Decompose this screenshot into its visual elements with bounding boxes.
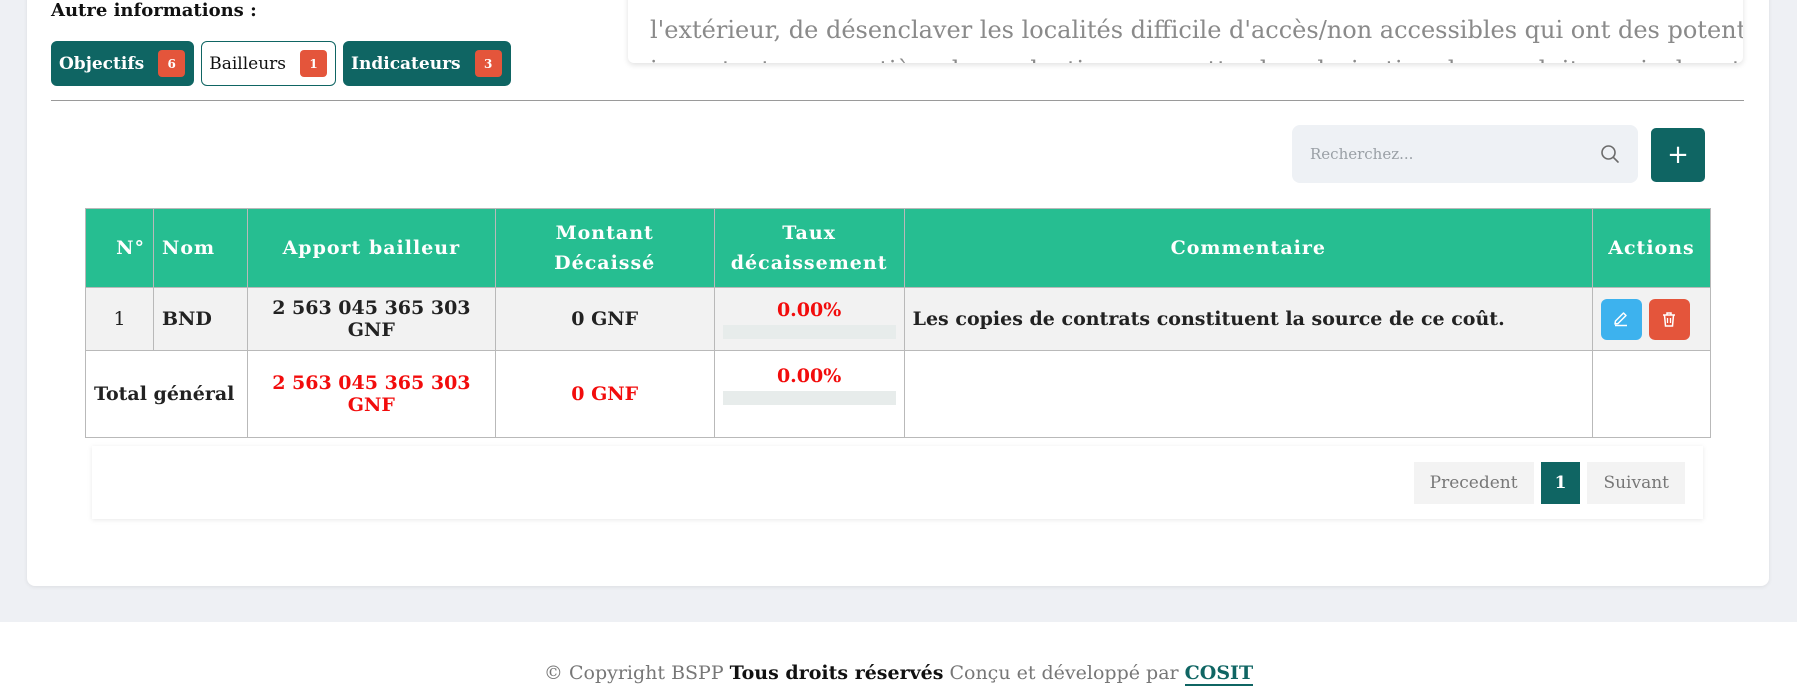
total-row: Total général 2 563 045 365 303 GNF 0 GN… [85,350,1712,438]
next-page-button[interactable]: Suivant [1587,462,1685,504]
tab-objectifs-count: 6 [158,50,186,77]
pencil-icon [1614,312,1628,327]
section-divider [51,100,1744,101]
total-taux: 0.00% [776,365,842,387]
row-num: 1 [85,287,154,351]
prev-page-button[interactable]: Precedent [1413,462,1534,504]
header-nom[interactable]: Nom [152,208,248,288]
row-apport: 2 563 045 365 303 GNF [246,287,496,351]
row-commentaire: Les copies de contrats constituent la so… [903,287,1593,351]
header-taux-line1: Taux [782,222,837,244]
total-apport: 2 563 045 365 303 GNF [246,350,496,438]
add-button[interactable]: + [1651,128,1705,182]
search-box [1292,125,1638,183]
row-taux-cell: 0.00% [713,287,905,351]
total-taux-progress [722,391,896,405]
row-actions [1591,287,1712,351]
row-taux-progress [722,325,896,339]
tab-indicateurs[interactable]: Indicateurs 3 [343,41,511,86]
row-taux: 0.00% [776,299,842,321]
total-commentaire [903,350,1593,438]
tab-indicateurs-label: Indicateurs [351,53,461,74]
delete-button[interactable] [1648,298,1690,340]
total-label: Total général [85,350,248,438]
tab-bailleurs[interactable]: Bailleurs 1 [201,41,337,86]
description-box: l'extérieur, de désenclaver les localité… [628,0,1743,63]
tab-bailleurs-label: Bailleurs [209,53,287,74]
description-line-2: importantes en matière de production, pe… [650,50,1741,63]
tab-indicateurs-count: 3 [474,50,502,77]
info-tabs: Objectifs 6 Bailleurs 1 Indicateurs 3 [51,41,511,86]
header-apport[interactable]: Apport bailleur [246,208,496,288]
header-montant[interactable]: Montant Décaissé [494,208,715,288]
tab-objectifs-label: Objectifs [59,53,145,74]
table-row: 1 BND 2 563 045 365 303 GNF 0 GNF 0.00% … [85,287,1712,351]
footer-credit: Conçu et développé par [949,662,1179,684]
footer-copyright: © Copyright BSPP [543,662,724,684]
footer-rights: Tous droits réservés [729,662,944,684]
total-montant: 0 GNF [494,350,715,438]
bailleurs-table: N° Nom Apport bailleur Montant Décaissé … [85,208,1712,438]
other-info-label: Autre informations : [51,0,257,21]
pagination: Precedent 1 Suivant [1413,462,1685,504]
tab-objectifs[interactable]: Objectifs 6 [51,41,195,86]
pagination-bar: Precedent 1 Suivant [92,446,1703,519]
search-input[interactable] [1292,125,1572,183]
page-1-button[interactable]: 1 [1540,462,1581,504]
row-nom: BND [152,287,248,351]
table-header-row: N° Nom Apport bailleur Montant Décaissé … [85,208,1712,288]
total-taux-cell: 0.00% [713,350,905,438]
header-taux-line2: décaissement [730,252,888,274]
header-taux[interactable]: Taux décaissement [713,208,905,288]
header-actions: Actions [1591,208,1712,288]
description-line-1: l'extérieur, de désenclaver les localité… [650,16,1743,44]
header-num[interactable]: N° [85,208,154,288]
header-commentaire[interactable]: Commentaire [903,208,1593,288]
row-montant: 0 GNF [494,287,715,351]
edit-button[interactable] [1600,298,1642,340]
total-actions [1591,350,1712,438]
search-icon[interactable] [1600,144,1620,164]
tab-bailleurs-count: 1 [300,50,328,77]
footer: © Copyright BSPP Tous droits réservés Co… [0,622,1797,693]
trash-icon [1663,312,1676,327]
footer-brand-link[interactable]: COSIT [1184,662,1254,686]
